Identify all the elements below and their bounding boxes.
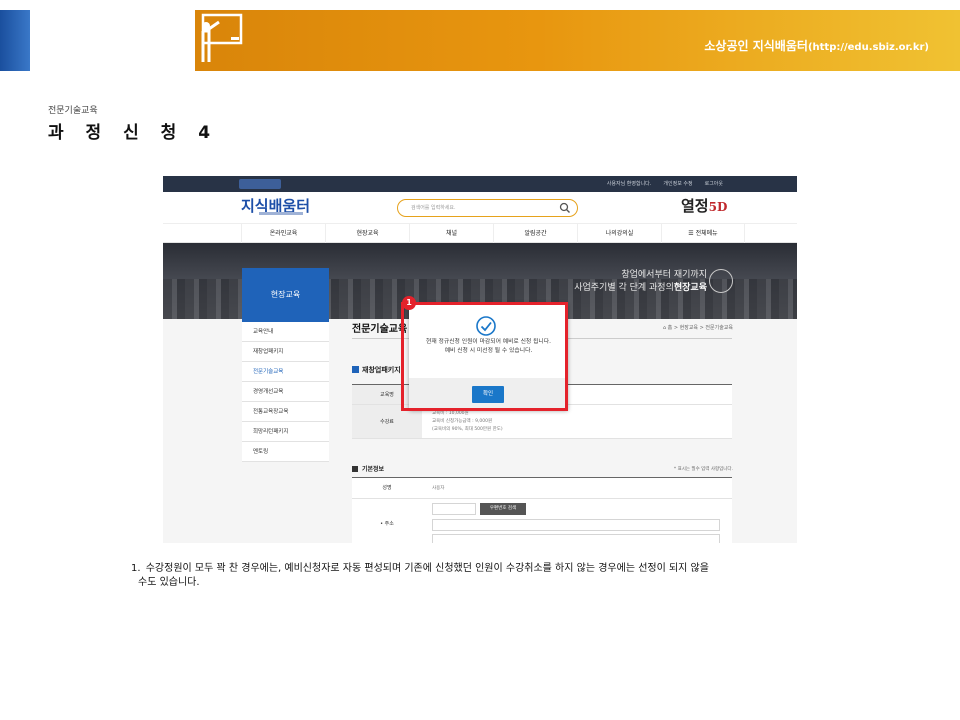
side-menu-item[interactable]: 전통교육장교육: [242, 402, 329, 422]
promo-logo: 열정5D: [681, 195, 727, 216]
side-menu-title: 현장교육: [242, 268, 329, 322]
header-left-accent: [0, 10, 30, 71]
welcome-text: 사용자님 환영합니다.: [606, 181, 652, 187]
callout-badge: 1: [402, 296, 416, 310]
nav-notice[interactable]: 알림공간: [493, 224, 577, 243]
side-menu: 교육안내 재창업패키지 전문기술교육 경영개선교육 전통교육장교육 희망리턴패키…: [242, 322, 329, 462]
menu-icon: ☰: [688, 230, 694, 237]
search-icon[interactable]: [559, 202, 571, 214]
basic-info-table: 성명 사용자 • 주소 우편번호 검색: [352, 477, 732, 543]
side-menu-item-active[interactable]: 전문기술교육: [242, 362, 329, 382]
side-menu-item[interactable]: 재창업패키지: [242, 342, 329, 362]
fee-line: 교육비 : 10,000원: [432, 411, 469, 416]
utility-links: 사용자님 환영합니다. 개인정보 수정 로그아웃: [607, 180, 723, 187]
section-square-icon: [352, 366, 359, 373]
zipcode-input[interactable]: [432, 503, 476, 515]
section2-title-text: 기본정보: [362, 466, 385, 473]
promo-suffix: 5D: [708, 200, 728, 214]
note-number: 1.: [131, 563, 141, 574]
teacher-board-icon: [201, 13, 243, 62]
main-nav: 온라인교육 현장교육 채널 알림공간 나의강의실 ☰ 전체메뉴: [163, 223, 797, 243]
nav-all-menu[interactable]: ☰ 전체메뉴: [661, 224, 745, 243]
name-value: 사용자: [432, 486, 445, 491]
nav-online-edu[interactable]: 온라인교육: [241, 224, 325, 243]
highlight-box: [401, 302, 568, 411]
logout-link[interactable]: 로그아웃: [705, 180, 723, 187]
section-square-icon: [352, 466, 358, 472]
explanation-note: 1. 수강정원이 모두 꽉 찬 경우에는, 예비신청자로 자동 편성되며 기존에…: [131, 562, 821, 590]
row-label: • 주소: [352, 500, 422, 543]
zipcode-search-button[interactable]: 우편번호 검색: [480, 503, 526, 515]
note-text: 수강정원이 모두 꽉 찬 경우에는, 예비신청자로 자동 편성되며 기존에 신청…: [145, 563, 709, 574]
nav-channel[interactable]: 채널: [409, 224, 493, 243]
site-name-text: 소상공인 지식배움터: [704, 39, 808, 53]
site-name: 소상공인 지식배움터(http://edu.sbiz.or.kr): [704, 37, 929, 54]
promo-text: 열정: [681, 197, 709, 215]
banner-line2-bold: 현장교육: [673, 283, 707, 293]
logo-tagline: [259, 212, 303, 215]
nav-my-classroom[interactable]: 나의강의실: [577, 224, 661, 243]
content-path: ⌂ 홈 > 현장교육 > 전문기술교육: [663, 324, 733, 331]
edit-profile-link[interactable]: 개인정보 수정: [663, 180, 692, 187]
required-note: * 표시는 필수 입력 사항입니다.: [673, 467, 733, 472]
address-detail-input[interactable]: [432, 534, 720, 543]
note-text-continued: 수도 있습니다.: [138, 577, 200, 588]
location-pin-icon: [709, 269, 733, 293]
fee-line: (교육비의 90%, 최대 500만원 한도): [432, 427, 503, 432]
search-input[interactable]: 검색어를 입력하세요.: [411, 204, 456, 211]
section1-title: 재창업패키지: [352, 365, 401, 375]
nav-field-edu[interactable]: 현장교육: [325, 224, 409, 243]
table-row: 성명 사용자: [352, 478, 732, 499]
site-url: (http://edu.sbiz.or.kr): [807, 42, 929, 53]
section2-title: 기본정보: [352, 464, 384, 473]
top-utility-bar: 사용자님 환영합니다. 개인정보 수정 로그아웃: [163, 176, 797, 192]
side-menu-item[interactable]: 희망리턴패키지: [242, 422, 329, 442]
banner-line2-text: 사업주기별 각 단계 과정의: [574, 283, 674, 293]
row-label: 성명: [352, 478, 422, 498]
fee-line: 교육비 신청가능금액 : 9,000원: [432, 419, 493, 424]
side-menu-item[interactable]: 멘토링: [242, 442, 329, 462]
search-box[interactable]: 검색어를 입력하세요.: [397, 199, 578, 217]
nav-all-menu-label: 전체메뉴: [695, 230, 718, 237]
banner-line2: 사업주기별 각 단계 과정의현장교육: [574, 280, 707, 293]
breadcrumb: 전문기술교육: [48, 106, 98, 116]
address-input[interactable]: [432, 519, 720, 531]
org-logo: [239, 179, 281, 189]
side-menu-item[interactable]: 경영개선교육: [242, 382, 329, 402]
content-path-text: 홈 > 현장교육 > 전문기술교육: [667, 325, 733, 331]
section1-title-text: 재창업패키지: [362, 366, 401, 374]
banner-line1: 창업에서부터 재기까지: [621, 270, 707, 280]
page-title: 과 정 신 청 4: [48, 123, 219, 143]
content-title: 전문기술교육: [352, 324, 408, 335]
side-menu-item[interactable]: 교육안내: [242, 322, 329, 342]
home-icon[interactable]: ⌂: [663, 325, 666, 331]
